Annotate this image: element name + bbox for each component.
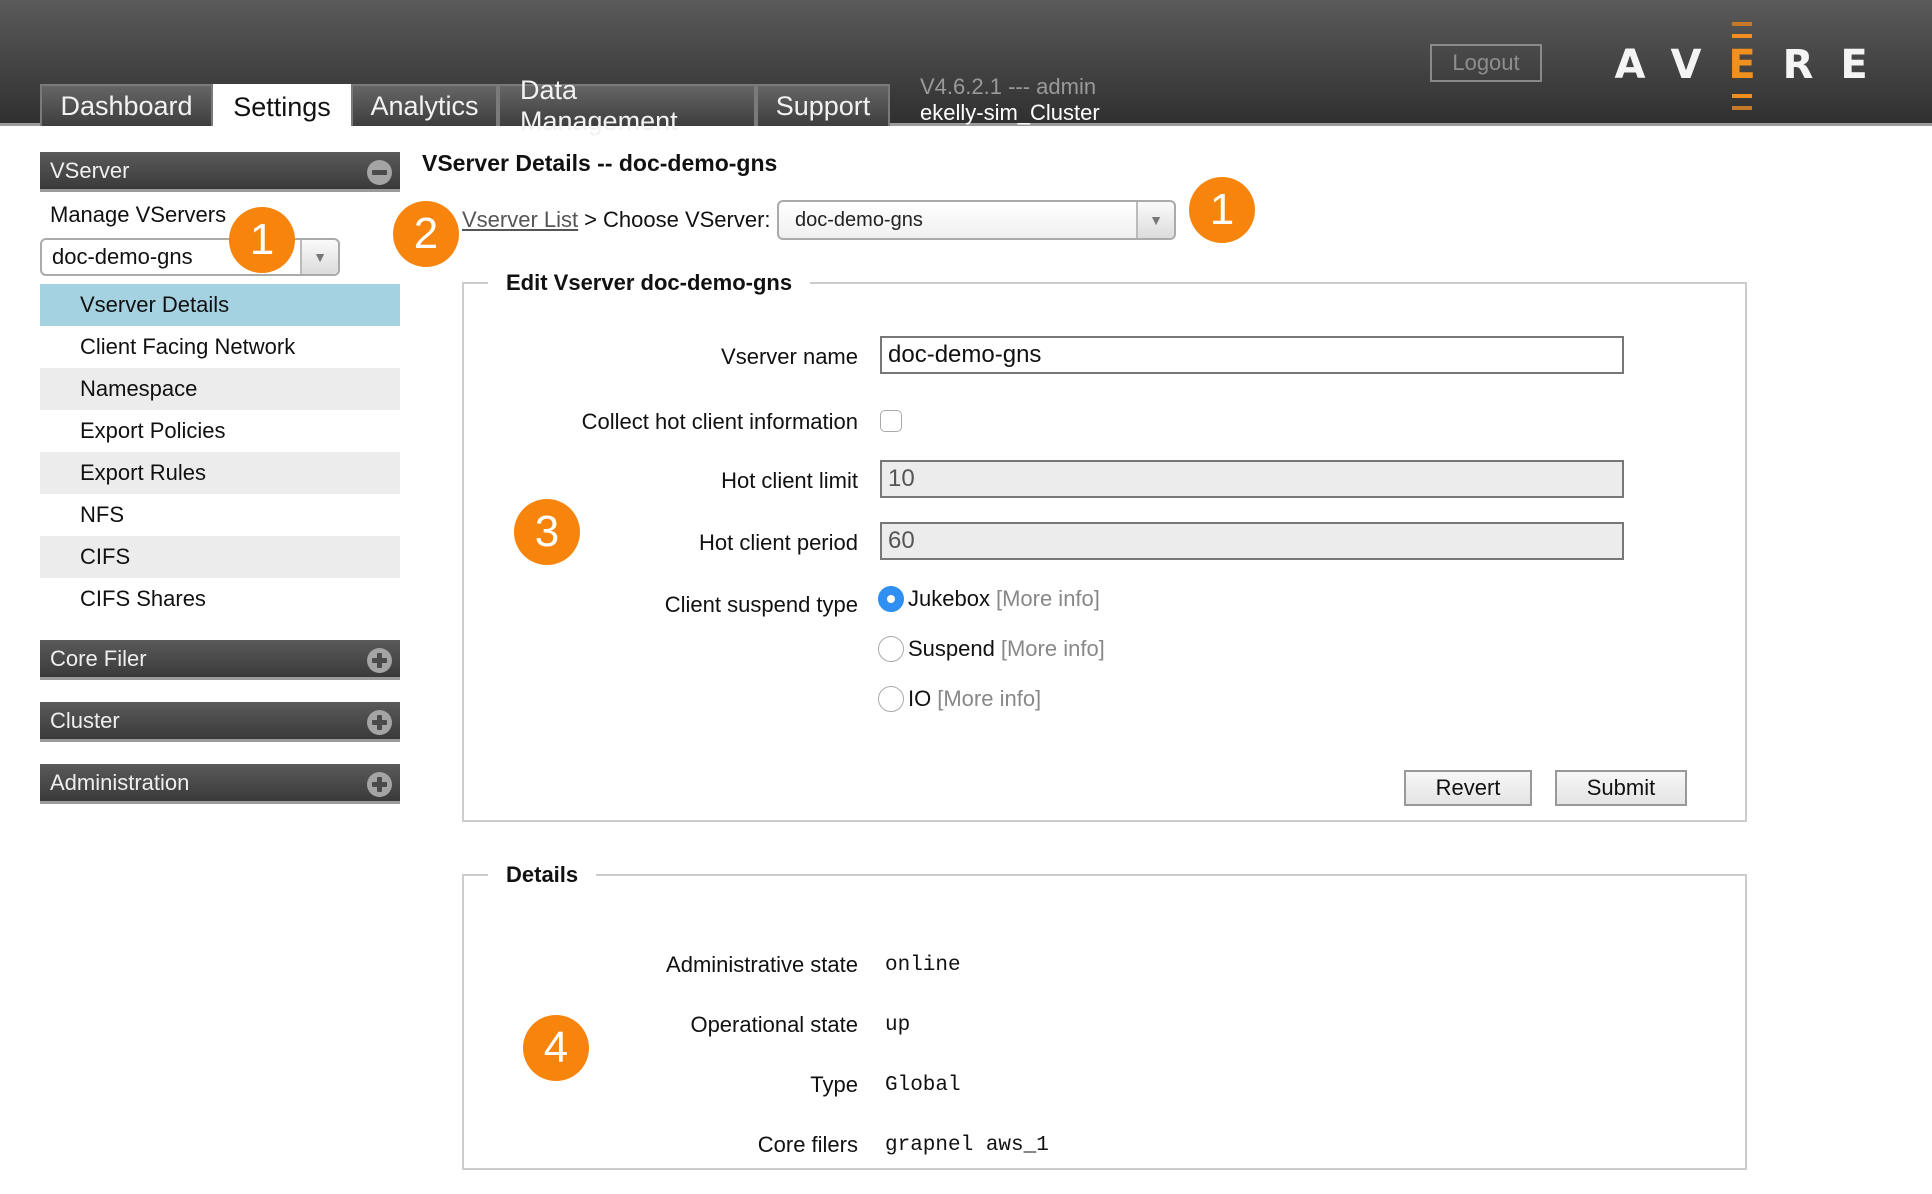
minus-circle-icon[interactable] [367,160,392,185]
edit-vserver-legend: Edit Vserver doc-demo-gns [506,270,793,295]
sidebar-item-export-policies[interactable]: Export Policies [40,410,400,452]
suspend-type-row: Client suspend type [464,584,1745,624]
option-label: Suspend [908,636,995,661]
manage-vservers-label: Manage VServers [50,202,227,227]
callout-badge: 1 [1189,177,1255,243]
page-title: VServer Details -- doc-demo-gns [422,150,778,176]
panel-header-core-filer[interactable]: Core Filer [40,640,400,680]
vserver-nav: Vserver Details Client Facing Network Na… [40,284,400,620]
suspend-type-label: Client suspend type [664,592,858,617]
tab-support[interactable]: Support [756,84,890,126]
detail-row: Operational state up [464,1006,1745,1042]
detail-value: up [885,1014,911,1037]
logo-letter-highlight: E [1714,22,1770,110]
detail-value: Global [885,1074,961,1097]
sidebar-item-client-facing-network[interactable]: Client Facing Network [40,326,400,368]
hot-period-label: Hot client period [699,530,858,555]
cluster-name: ekelly-sim_Cluster [920,100,1100,125]
chevron-down-icon[interactable]: ▼ [300,240,338,274]
panel-header-administration[interactable]: Administration [40,764,400,804]
logo-letter: E [1840,42,1868,88]
details-fieldset: Details Administrative state online Oper… [462,862,1747,1170]
collect-hot-row: Collect hot client information [464,401,1745,441]
version-info: V4.6.2.1 --- admin [920,74,1097,99]
panel-title: VServer [50,157,130,183]
avere-logo: A V E R E [1602,20,1902,110]
collect-hot-checkbox[interactable] [880,410,902,432]
radio-button[interactable] [878,686,904,712]
top-header: Dashboard Settings Analytics Data Manage… [0,0,1932,136]
detail-row: Type Global [464,1066,1745,1102]
callout-badge: 2 [393,201,459,267]
detail-value: online [885,954,961,977]
sidebar-vserver-select[interactable]: doc-demo-gns ▼ [40,238,340,276]
logo-letter: R [1782,42,1814,88]
breadcrumb-separator: > [584,207,598,232]
vserver-list-link[interactable]: Vserver List [462,207,578,233]
panel-header-vserver[interactable]: VServer [40,152,400,192]
more-info-link[interactable]: [More info] [937,686,1041,712]
choose-vserver-label: Choose VServer: [603,207,771,232]
detail-label: Administrative state [666,952,858,977]
panel-title: Administration [50,769,190,795]
vserver-name-input[interactable]: doc-demo-gns [880,336,1624,374]
plus-circle-icon[interactable] [367,772,392,797]
collapsed-panels: Core Filer Cluster Administration [40,640,400,804]
collect-hot-label: Collect hot client information [581,409,858,434]
main-tabs: Dashboard Settings Analytics Data Manage… [40,75,890,136]
sidebar-item-cifs[interactable]: CIFS [40,536,400,578]
logout-button[interactable]: Logout [1430,44,1542,82]
vserver-name-row: Vserver name doc-demo-gns [464,336,1745,376]
tab-settings[interactable]: Settings [213,84,351,129]
suspend-option-io[interactable]: IO [More info] [878,686,1041,712]
detail-row: Administrative state online [464,946,1745,982]
edit-vserver-fieldset: Edit Vserver doc-demo-gns Vserver name d… [462,270,1747,822]
detail-row: Core filers grapnel aws_1 [464,1126,1745,1162]
callout-badge: 4 [523,1015,589,1081]
sidebar: VServer Manage VServers doc-demo-gns ▼ V… [40,152,400,826]
choose-vserver-select[interactable]: doc-demo-gns ▼ [777,200,1176,240]
radio-button[interactable] [878,636,904,662]
option-label: IO [908,686,932,711]
more-info-link[interactable]: [More info] [1001,636,1105,662]
logo-letter: V [1670,42,1702,88]
select-value: doc-demo-gns [795,208,923,231]
vserver-name-label: Vserver name [721,344,858,369]
logo-letter: A [1614,42,1646,88]
hot-limit-input[interactable]: 10 [880,460,1624,498]
suspend-option-jukebox[interactable]: Jukebox [More info] [878,586,1100,612]
sidebar-item-export-rules[interactable]: Export Rules [40,452,400,494]
hot-period-input[interactable]: 60 [880,522,1624,560]
callout-badge: 1 [229,207,295,273]
sidebar-item-cifs-shares[interactable]: CIFS Shares [40,578,400,620]
hot-limit-row: Hot client limit 10 [464,460,1745,500]
tab-data-management[interactable]: Data Management [498,75,756,136]
details-legend: Details [506,862,579,887]
hot-period-row: Hot client period 60 [464,522,1745,562]
sidebar-item-nfs[interactable]: NFS [40,494,400,536]
more-info-link[interactable]: [More info] [996,586,1100,612]
tab-analytics[interactable]: Analytics [351,84,498,126]
detail-label: Operational state [690,1012,858,1037]
hot-limit-label: Hot client limit [721,468,858,493]
revert-button[interactable]: Revert [1404,770,1532,806]
breadcrumb: Vserver List > Choose VServer: [462,200,771,240]
radio-button[interactable] [878,586,904,612]
sidebar-item-namespace[interactable]: Namespace [40,368,400,410]
sidebar-item-vserver-details[interactable]: Vserver Details [40,284,400,326]
detail-label: Core filers [757,1132,858,1157]
chevron-down-icon[interactable]: ▼ [1136,202,1174,238]
callout-badge: 3 [514,499,580,565]
detail-value: grapnel aws_1 [885,1134,1049,1157]
plus-circle-icon[interactable] [367,710,392,735]
tab-dashboard[interactable]: Dashboard [40,84,213,126]
panel-header-cluster[interactable]: Cluster [40,702,400,742]
suspend-option-suspend[interactable]: Suspend [More info] [878,636,1105,662]
panel-title: Cluster [50,707,120,733]
detail-label: Type [810,1072,858,1097]
option-label: Jukebox [908,586,990,611]
submit-button[interactable]: Submit [1555,770,1687,806]
panel-title: Core Filer [50,645,147,671]
plus-circle-icon[interactable] [367,648,392,673]
